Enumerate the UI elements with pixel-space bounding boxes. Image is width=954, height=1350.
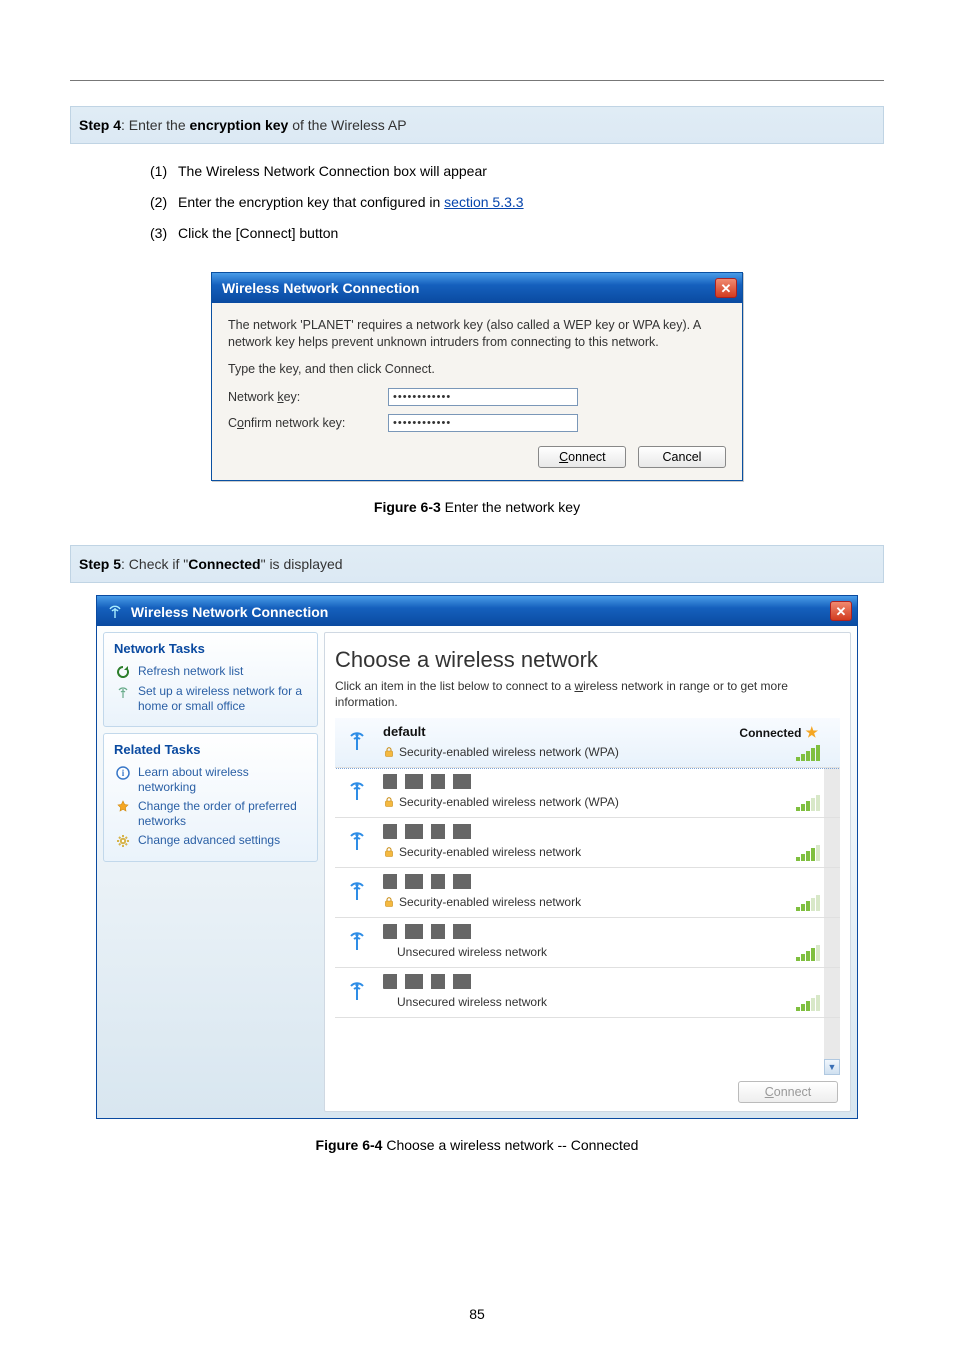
learn-wireless-link[interactable]: i Learn about wireless networking (114, 765, 307, 795)
step4-substeps: (1)The Wireless Network Connection box w… (70, 156, 884, 248)
close-icon[interactable]: ✕ (715, 278, 737, 298)
wifi-icon (341, 724, 373, 756)
security-label: Unsecured wireless network (383, 995, 834, 1009)
dialog-titlebar: Wireless Network Connection ✕ (97, 596, 857, 626)
ssid-label (383, 974, 473, 989)
network-item[interactable]: Unsecured wireless network (335, 968, 840, 1018)
step4-label: Step 4 (79, 117, 121, 133)
dialog-message-1: The network 'PLANET' requires a network … (228, 317, 726, 351)
antenna-icon (107, 605, 123, 619)
wifi-icon (341, 924, 373, 956)
lock-icon (383, 896, 395, 908)
signal-icon (796, 845, 820, 861)
signal-icon (796, 745, 820, 761)
confirm-key-label: Confirm network key: (228, 416, 388, 430)
signal-icon (796, 995, 820, 1011)
gear-icon (114, 833, 132, 849)
network-tasks-title: Network Tasks (114, 641, 307, 656)
related-tasks-title: Related Tasks (114, 742, 307, 757)
setup-icon (114, 684, 132, 700)
setup-wireless-link[interactable]: Set up a wireless network for a home or … (114, 684, 307, 714)
figure-6-3-caption: Figure 6-3 Enter the network key (70, 499, 884, 515)
ssid-label (383, 874, 473, 889)
connect-button-disabled: Connect (738, 1081, 838, 1103)
network-key-input[interactable]: •••••••••••• (388, 388, 578, 406)
connected-badge: Connected★ (739, 724, 818, 741)
network-list: ▲ ▼ defaultSecurity-enabled wireless net… (335, 718, 840, 1075)
substep-line: (1)The Wireless Network Connection box w… (150, 156, 884, 187)
choose-network-hint: Click an item in the list below to conne… (335, 679, 840, 710)
network-key-dialog: Wireless Network Connection ✕ The networ… (211, 272, 743, 481)
wifi-icon (341, 874, 373, 906)
star-icon (114, 799, 132, 815)
cancel-button[interactable]: Cancel (638, 446, 726, 468)
wifi-icon (341, 774, 373, 806)
step5-label: Step 5 (79, 556, 121, 572)
refresh-network-list-link[interactable]: Refresh network list (114, 664, 307, 680)
figure-6-4-caption: Figure 6-4 Choose a wireless network -- … (70, 1137, 884, 1153)
signal-icon (796, 945, 820, 961)
dialog-titlebar: Wireless Network Connection ✕ (212, 273, 742, 303)
network-item[interactable]: Unsecured wireless network (335, 918, 840, 968)
network-item[interactable]: Security-enabled wireless network (335, 818, 840, 868)
ssid-label (383, 924, 473, 939)
security-label: Security-enabled wireless network (383, 895, 834, 909)
choose-network-title: Choose a wireless network (335, 647, 840, 673)
substep-line: (2)Enter the encryption key that configu… (150, 187, 884, 218)
substep-line: (3)Click the [Connect] button (150, 218, 884, 249)
network-key-label: Network key: (228, 390, 388, 404)
security-label: Unsecured wireless network (383, 945, 834, 959)
advanced-settings-link[interactable]: Change advanced settings (114, 833, 307, 849)
security-label: Security-enabled wireless network (383, 845, 834, 859)
security-label: Security-enabled wireless network (WPA) (383, 745, 834, 759)
scroll-down-icon[interactable]: ▼ (824, 1059, 840, 1075)
refresh-icon (114, 664, 132, 680)
related-tasks-panel: Related Tasks i Learn about wireless net… (103, 733, 318, 862)
signal-icon (796, 795, 820, 811)
step5-bar: Step 5: Check if "Connected" is displaye… (70, 545, 884, 583)
info-icon: i (114, 765, 132, 781)
network-item[interactable]: defaultSecurity-enabled wireless network… (335, 718, 840, 768)
dialog-title-text: Wireless Network Connection (222, 280, 419, 296)
connect-button[interactable]: Connect (538, 446, 626, 468)
wifi-icon (341, 974, 373, 1006)
ssid-label (383, 824, 473, 839)
star-icon: ★ (805, 724, 818, 741)
close-icon[interactable]: ✕ (830, 601, 852, 621)
network-item[interactable]: Security-enabled wireless network (WPA) (335, 768, 840, 818)
signal-icon (796, 895, 820, 911)
network-tasks-panel: Network Tasks Refresh network list Set u… (103, 632, 318, 727)
security-label: Security-enabled wireless network (WPA) (383, 795, 834, 809)
ssid-label (383, 774, 473, 789)
lock-icon (383, 796, 395, 808)
wireless-chooser-dialog: Wireless Network Connection ✕ Network Ta… (96, 595, 858, 1119)
confirm-key-input[interactable]: •••••••••••• (388, 414, 578, 432)
dialog-message-2: Type the key, and then click Connect. (228, 361, 726, 378)
lock-icon (383, 746, 395, 758)
step4-bar: Step 4: Enter the encryption key of the … (70, 106, 884, 144)
network-item[interactable]: Security-enabled wireless network (335, 868, 840, 918)
section-link[interactable]: section 5.3.3 (444, 194, 523, 210)
wifi-icon (341, 824, 373, 856)
lock-icon (383, 846, 395, 858)
change-order-link[interactable]: Change the order of preferred networks (114, 799, 307, 829)
page-number: 85 (0, 1306, 954, 1322)
